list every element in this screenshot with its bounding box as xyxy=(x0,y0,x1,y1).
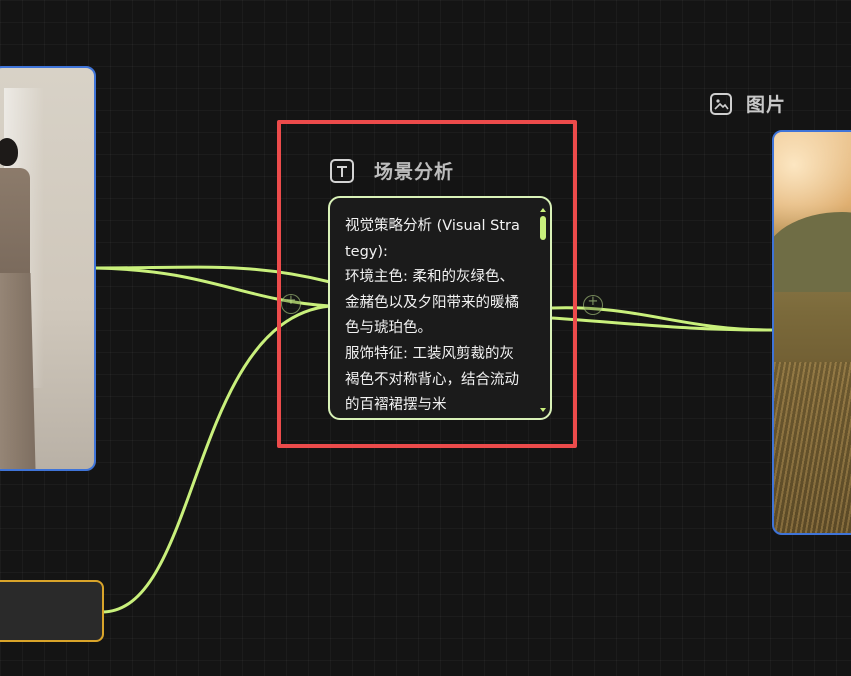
highlight-annotation xyxy=(277,120,577,448)
edge-text-to-image-2 xyxy=(551,316,773,332)
image-node-landscape[interactable] xyxy=(772,130,851,535)
image-node-model-photo[interactable] xyxy=(0,66,96,471)
photo-grass xyxy=(774,362,851,533)
workflow-canvas[interactable]: 图片 场景分析 视觉策略分析 (Visual Strategy): 环境主色: … xyxy=(0,0,851,676)
photo-figure-body xyxy=(0,168,30,278)
image-node-header: 图片 xyxy=(710,90,786,117)
input-node[interactable] xyxy=(0,580,104,642)
image-node-title: 图片 xyxy=(746,94,787,116)
image-icon xyxy=(710,92,732,115)
photo-figure-skirt xyxy=(0,273,36,469)
text-node-output-port[interactable] xyxy=(583,294,603,315)
photo-figure-head xyxy=(0,138,18,166)
